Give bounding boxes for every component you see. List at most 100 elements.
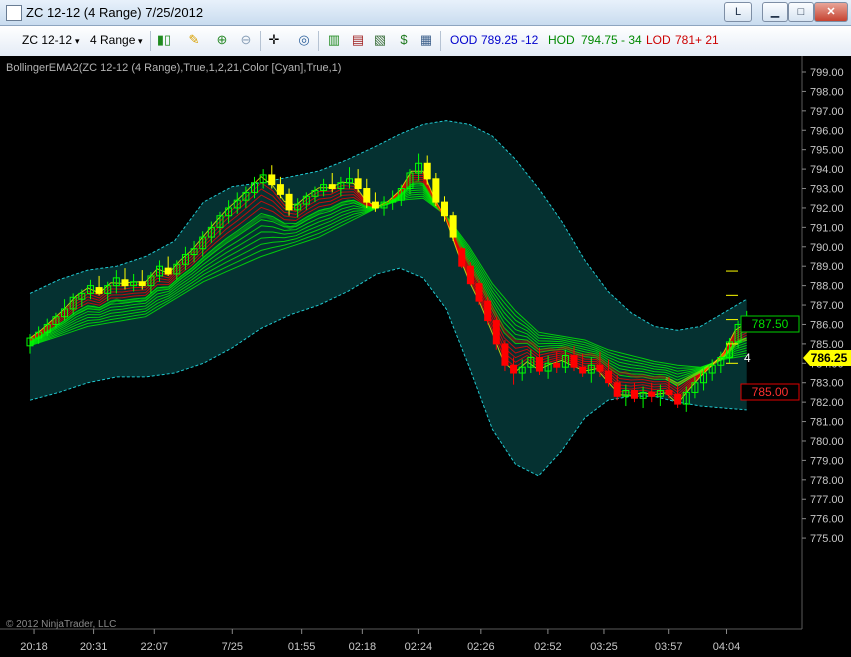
lod-change: + 21 [695,33,719,47]
title-bar: ZC 12-12 (4 Range) 7/25/2012 L ▁ □ ✕ [0,0,851,26]
candle-body [268,174,276,186]
candle-body [674,393,682,405]
time-tick-label: 04:04 [713,641,741,653]
price-tick-label: 778.00 [810,475,844,487]
candle-body [596,364,604,372]
candle-body [484,300,492,322]
candle-body [449,215,457,238]
candle-body [440,201,448,217]
candle-body [121,279,129,287]
price-tick-label: 795.00 [810,145,844,157]
price-tick-label: 797.00 [810,106,844,118]
data-box-icon[interactable]: ▦ [418,32,434,48]
time-tick-label: 01:55 [288,641,316,653]
tick-counter: 4 [744,351,751,365]
candle-body [354,178,362,190]
time-tick-label: 22:07 [141,641,169,653]
ood-label: OOD [450,33,478,47]
link-button[interactable]: L [724,2,752,22]
time-tick-label: 20:31 [80,641,108,653]
minimize-button[interactable]: ▁ [762,2,788,22]
time-tick-label: 02:24 [405,641,433,653]
candle-body [276,184,284,195]
time-tick-label: 03:57 [655,641,683,653]
chart-toolbar: ZC 12-12 ▾ 4 Range ▾ ▮▯ ✎ ⊕ ⊖ ✛ ◎ ▥ ▤ ▧ … [0,26,851,57]
price-tick-label: 775.00 [810,533,844,545]
candle-body [665,389,673,395]
upper-price-flag-text: 787.50 [752,317,789,331]
current-price-text: 786.25 [811,351,848,365]
chevron-down-icon[interactable]: ▾ [75,36,80,47]
candle-body [328,184,336,190]
time-tick-label: 03:25 [590,641,618,653]
indicators-icon[interactable]: ▥ [326,32,342,48]
price-tick-label: 781.00 [810,417,844,429]
strategies-icon[interactable]: ▤ [350,32,366,48]
lod-value: 781 [675,33,696,47]
candle-body [501,343,509,366]
toolbar-divider [150,31,151,51]
candle-body [613,382,621,397]
candle-body [363,188,371,203]
time-tick-label: 02:52 [534,641,562,653]
hod-label: HOD [548,33,575,47]
app-icon [6,5,22,21]
ood-change: -12 [521,33,539,47]
magnifier-icon[interactable]: ◎ [296,32,312,48]
close-button[interactable]: ✕ [814,2,848,22]
price-tick-label: 777.00 [810,494,844,506]
price-tick-label: 793.00 [810,184,844,196]
price-tick-label: 782.00 [810,397,844,409]
instrument-selector[interactable]: ZC 12-12 [22,33,72,47]
hod-value: 794.75 [581,33,618,47]
price-tick-label: 796.00 [810,125,844,137]
candle-body [371,201,379,209]
maximize-button[interactable]: □ [788,2,814,22]
candle-body [630,389,638,399]
ood-value: 789.25 [481,33,518,47]
price-tick-label: 785.00 [810,339,844,351]
chevron-down-icon[interactable]: ▾ [138,36,143,47]
price-tick-label: 780.00 [810,436,844,448]
lower-price-flag-text: 785.00 [752,385,789,399]
price-tick-label: 776.00 [810,514,844,526]
toolbar-divider [318,31,319,51]
candle-body [423,162,431,180]
bar-type-icon[interactable]: ▮▯ [156,32,172,48]
price-tick-label: 799.00 [810,67,844,79]
draw-icon[interactable]: ✎ [186,32,202,48]
toolbar-divider [260,31,261,51]
window-title: ZC 12-12 (4 Range) 7/25/2012 [26,5,204,20]
candle-body [475,283,483,302]
candle-body [648,391,656,397]
indicator-label: BollingerEMA2(ZC 12-12 (4 Range),True,1,… [6,62,341,74]
candle-body [164,267,172,275]
candle-body [570,355,578,368]
price-tick-label: 789.00 [810,261,844,273]
candle-body [579,366,587,374]
toolbar-divider [440,31,441,51]
candle-body [492,320,500,345]
candle-body [466,265,474,285]
candle-body [553,362,561,368]
price-tick-label: 794.00 [810,164,844,176]
price-tick-label: 798.00 [810,86,844,98]
price-tick-label: 791.00 [810,222,844,234]
dollar-icon[interactable]: $ [396,32,412,48]
zoom-out-icon[interactable]: ⊖ [238,32,254,48]
price-tick-label: 783.00 [810,378,844,390]
time-tick-label: 7/25 [222,641,243,653]
properties-icon[interactable]: ▧ [372,32,388,48]
hod-change: - 34 [621,33,642,47]
price-tick-label: 792.00 [810,203,844,215]
crosshair-icon[interactable]: ✛ [266,32,282,48]
period-selector[interactable]: 4 Range [90,33,135,47]
price-chart[interactable]: BollingerEMA2(ZC 12-12 (4 Range),True,1,… [0,56,851,657]
candle-body [535,356,543,372]
zoom-in-icon[interactable]: ⊕ [214,32,230,48]
candle-body [138,281,146,287]
price-tick-label: 788.00 [810,281,844,293]
time-tick-label: 20:18 [20,641,48,653]
time-tick-label: 02:26 [467,641,495,653]
candle-body [95,287,103,294]
